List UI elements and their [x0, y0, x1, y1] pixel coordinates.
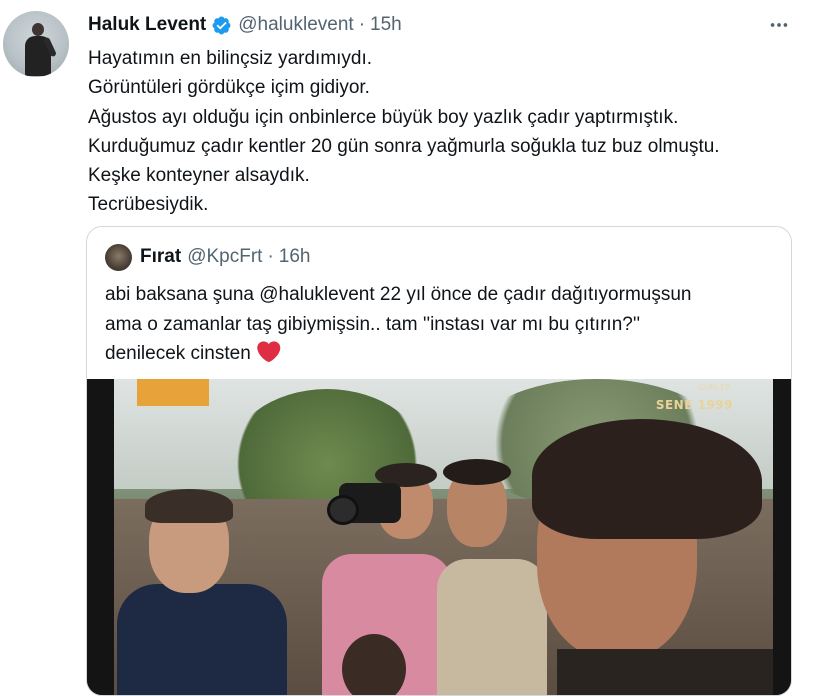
video-letterbox-left	[87, 379, 114, 695]
tweet-text-line: Keşke konteyner alsaydık.	[88, 165, 310, 187]
quoted-text-line: ama o zamanlar taş gibiymişsin.. tam ''i…	[105, 313, 641, 335]
video-camera-lens-shape	[327, 495, 359, 525]
header-separator: ·	[358, 14, 366, 35]
quoted-tweet[interactable]: Fırat @KpcFrt · 16h abi baksana şuna @ha…	[86, 226, 792, 696]
tweet-text-line: Kurduğumuz çadır kentler 20 gün sonra ya…	[88, 135, 720, 157]
video-person-body	[117, 584, 287, 695]
author-name[interactable]: Haluk Levent	[88, 14, 206, 36]
tweet-text-line: Ağustos ayı olduğu için onbinlerce büyük…	[88, 106, 679, 128]
quoted-text-line-with-emoji: denilecek cinsten	[105, 339, 785, 369]
video-person-hair	[443, 459, 511, 485]
red-heart-icon	[257, 341, 281, 363]
author-handle[interactable]: @haluklevent	[238, 14, 353, 36]
tweet-text-line: Tecrübesiydik.	[88, 194, 209, 216]
tweet-text-line: Hayatımın en bilinçsiz yardımıydı.	[88, 48, 373, 69]
avatar-figure-head	[32, 23, 44, 36]
quoted-tweet-text: abi baksana şuna @haluklevent 22 yıl önc…	[105, 280, 785, 369]
tweet-timestamp[interactable]: 15h	[370, 14, 402, 36]
tweet-header: Haluk Levent @haluklevent · 15h	[88, 12, 402, 38]
quoted-author-avatar[interactable]	[105, 243, 132, 271]
quoted-text-line: denilecek cinsten	[105, 343, 251, 364]
author-avatar[interactable]	[3, 11, 69, 77]
tweet-text: Hayatımın en bilinçsiz yardımıydı. Görün…	[88, 44, 798, 220]
video-thumbnail[interactable]: GÜNLER SENE 1999	[87, 379, 791, 695]
quoted-tweet-timestamp[interactable]: 16h	[279, 246, 311, 268]
video-letterbox-right	[773, 379, 791, 695]
video-person-hair	[532, 419, 762, 539]
video-person-body	[437, 559, 547, 695]
video-orange-overlay	[137, 379, 209, 406]
video-person-hair	[145, 489, 233, 523]
verified-badge-icon	[212, 16, 231, 34]
quoted-tweet-header: Fırat @KpcFrt · 16h	[105, 243, 310, 271]
quoted-header-separator: ·	[267, 246, 274, 267]
more-horizontal-icon[interactable]	[764, 13, 794, 37]
quoted-author-handle[interactable]: @KpcFrt	[187, 246, 262, 268]
video-year-overlay: SENE 1999	[655, 398, 733, 412]
video-channel-overlay: GÜNLER	[697, 383, 731, 392]
tweet[interactable]: Haluk Levent @haluklevent · 15h Hayatımı…	[0, 0, 820, 696]
video-child-head	[342, 634, 406, 695]
video-person-body	[557, 649, 777, 695]
quoted-text-line: abi baksana şuna @haluklevent 22 yıl önc…	[105, 284, 692, 305]
quoted-author-name[interactable]: Fırat	[140, 246, 181, 268]
tweet-text-line: Görüntüleri gördükçe içim gidiyor.	[88, 77, 370, 99]
